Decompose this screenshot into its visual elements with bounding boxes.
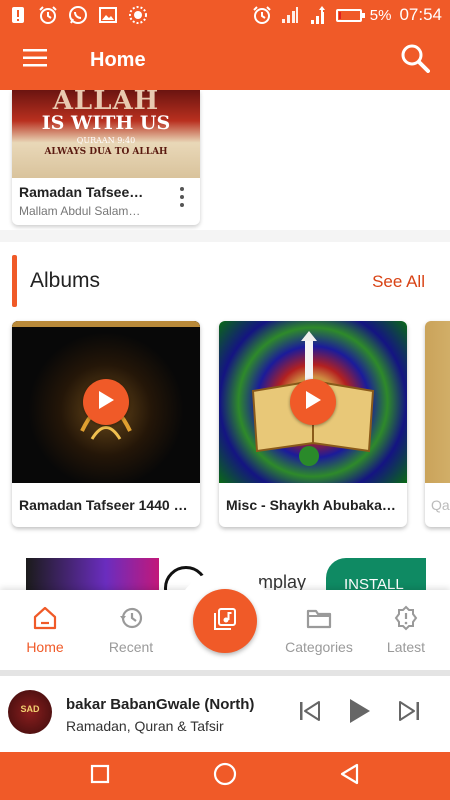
nav-label: Recent <box>108 639 154 655</box>
folder-icon <box>306 605 332 631</box>
app-badge-icon <box>128 5 148 25</box>
next-button[interactable] <box>394 698 424 728</box>
status-bar: 5% 07:54 <box>0 0 450 30</box>
more-options-icon[interactable] <box>178 187 186 207</box>
album-art <box>219 321 407 483</box>
data-signal-icon <box>308 5 328 25</box>
home-content[interactable]: ALLAH IS WITH US QURAAN 9:40 ALWAYS DUA … <box>0 90 450 590</box>
hamburger-menu-icon <box>23 48 47 72</box>
player-track-subtitle: Ramadan, Quran & Tafsir <box>66 718 224 734</box>
ad-image <box>26 558 159 590</box>
alarm-icon <box>38 5 58 25</box>
track-card[interactable]: ALLAH IS WITH US QURAAN 9:40 ALWAYS DUA … <box>12 90 200 225</box>
player-track-title: bakar BabanGwale (North) <box>66 696 255 713</box>
circle-icon <box>213 762 237 791</box>
play-button[interactable] <box>290 379 336 425</box>
see-all-link[interactable]: See All <box>372 272 425 292</box>
back-triangle-icon <box>339 763 361 790</box>
page-title: Home <box>90 48 146 71</box>
section-divider <box>0 230 450 242</box>
ad-install-button[interactable]: INSTALL <box>326 558 426 590</box>
album-art <box>12 321 200 483</box>
gear-badge-icon <box>393 605 419 631</box>
play-icon <box>304 390 322 415</box>
nav-label: Home <box>26 639 64 655</box>
thumb-text-line4: ALWAYS DUA TO ALLAH <box>44 147 168 157</box>
history-icon <box>118 605 144 631</box>
skip-next-icon <box>396 698 422 729</box>
search-button[interactable] <box>380 30 450 90</box>
thumb-text-line3: QURAAN 9:40 <box>76 136 136 145</box>
library-fab-button[interactable] <box>193 589 257 653</box>
player-artwork: SAD <box>8 690 52 734</box>
whatsapp-icon <box>68 5 88 25</box>
status-icons-right: 5% 07:54 <box>252 5 442 25</box>
album-card[interactable]: Ramadan Tafseer 1440 … <box>12 321 200 527</box>
recent-apps-button[interactable] <box>88 764 112 788</box>
play-pause-button[interactable] <box>344 698 374 728</box>
signal-icon <box>280 5 300 25</box>
albums-section-header: Albums See All <box>0 255 450 307</box>
home-icon <box>32 605 58 631</box>
alarm-icon <box>252 5 272 25</box>
skip-previous-icon <box>297 698 323 729</box>
play-button[interactable] <box>83 379 129 425</box>
square-icon <box>90 764 110 789</box>
mini-player[interactable]: SAD bakar BabanGwale (North) Ramadan, Qu… <box>0 676 450 752</box>
clock: 07:54 <box>399 5 442 24</box>
home-system-button[interactable] <box>213 762 237 791</box>
battery-icon <box>335 8 365 22</box>
nav-item-categories[interactable]: Categories <box>274 605 364 655</box>
music-library-icon <box>213 607 237 636</box>
nav-item-home[interactable]: Home <box>0 605 90 655</box>
album-card[interactable]: Misc - Shaykh Abubaka… <box>219 321 407 527</box>
previous-button[interactable] <box>295 698 325 728</box>
album-card[interactable]: Qa <box>425 321 450 527</box>
track-card-artist: Mallam Abdul Salam… <box>19 204 141 218</box>
battery-percent: 5% <box>369 6 392 24</box>
track-card-title: Ramadan Tafsee… <box>19 184 144 200</box>
status-icons-left <box>8 5 148 25</box>
nav-item-recent[interactable]: Recent <box>86 605 176 655</box>
album-art <box>425 321 450 483</box>
back-button[interactable] <box>338 763 362 790</box>
play-icon <box>97 390 115 415</box>
ad-text: mplay <box>258 572 307 590</box>
album-title: Misc - Shaykh Abubaka… <box>226 497 396 513</box>
thumb-text-line2: IS WITH US <box>41 112 171 134</box>
play-icon <box>346 697 372 730</box>
system-navigation-bar <box>0 752 450 800</box>
albums-section-title: Albums <box>30 269 101 292</box>
warning-icon <box>8 5 28 25</box>
image-icon <box>98 5 118 25</box>
nav-label: Categories <box>285 639 353 655</box>
menu-button[interactable] <box>0 30 70 90</box>
album-title: Ramadan Tafseer 1440 … <box>19 497 188 513</box>
album-title: Qa <box>431 497 450 513</box>
bottom-navigation: Home Recent Categories Latest <box>0 570 450 670</box>
app-bar: Home <box>0 30 450 90</box>
search-icon <box>400 43 430 78</box>
section-accent-bar <box>12 255 17 307</box>
track-card-thumbnail: ALLAH IS WITH US QURAAN 9:40 ALWAYS DUA … <box>12 90 200 178</box>
nav-label: Latest <box>386 639 426 655</box>
nav-item-latest[interactable]: Latest <box>361 605 450 655</box>
